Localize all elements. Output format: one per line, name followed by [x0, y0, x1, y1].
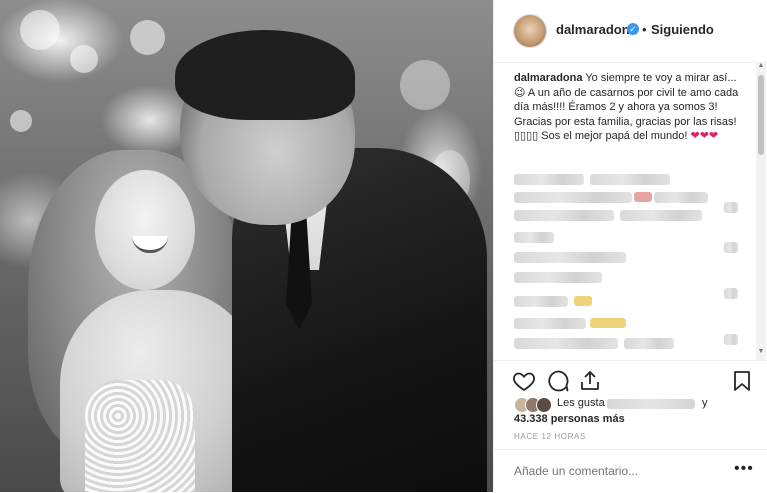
- comments-list[interactable]: dalmaradona Yo siempre te voy a mirar as…: [494, 62, 756, 360]
- blurred-comment: [514, 174, 584, 185]
- blurred-comment: [590, 174, 670, 185]
- bokeh-light: [400, 60, 450, 110]
- blurred-comment: [620, 210, 702, 221]
- likes-prefix: Les gusta a: [557, 397, 614, 409]
- bokeh-light: [70, 45, 98, 73]
- blurred-comment: [724, 202, 738, 213]
- blurred-comment: [514, 338, 618, 349]
- man-hair: [175, 30, 355, 120]
- blurred-comment: [624, 338, 674, 349]
- header-username[interactable]: dalmaradona: [556, 22, 637, 37]
- scroll-down-arrow-icon[interactable]: ▼: [756, 348, 766, 358]
- likes-conjunction: y: [702, 397, 708, 409]
- blurred-liker-name: [607, 399, 695, 409]
- bokeh-light: [130, 20, 165, 55]
- woman-face: [95, 170, 195, 290]
- post-timestamp: HACE 12 HORAS: [514, 432, 586, 441]
- bookmark-icon[interactable]: [730, 369, 754, 393]
- blurred-comment: [654, 192, 708, 203]
- post-side-panel: dalmaradona ✓ • Siguiendo dalmaradona Yo…: [493, 0, 767, 492]
- more-options-icon[interactable]: •••: [734, 460, 754, 478]
- likes-summary: Les gusta a y 43.338 personas más: [494, 394, 767, 434]
- likes-count[interactable]: 43.338 personas más: [514, 413, 625, 425]
- heart-icon[interactable]: [512, 369, 536, 393]
- scrollbar-thumb[interactable]: [758, 75, 764, 155]
- blurred-comment: [514, 318, 586, 329]
- blurred-comment: [514, 272, 602, 283]
- comment-icon[interactable]: [546, 369, 570, 393]
- blurred-comment: [514, 192, 632, 203]
- scroll-up-arrow-icon[interactable]: ▲: [756, 62, 766, 72]
- bokeh-light: [10, 110, 32, 132]
- post-header: dalmaradona ✓ • Siguiendo: [494, 0, 767, 63]
- comment-input[interactable]: [514, 464, 714, 478]
- following-button[interactable]: Siguiendo: [651, 22, 714, 37]
- blurred-comment: [514, 232, 554, 243]
- comment-bar: •••: [494, 449, 767, 493]
- caption-hearts: ❤❤❤: [690, 130, 719, 142]
- share-icon[interactable]: [578, 369, 602, 393]
- blurred-comment: [574, 296, 592, 306]
- blurred-comment: [724, 288, 738, 299]
- post-caption: dalmaradona Yo siempre te voy a mirar as…: [514, 71, 742, 144]
- blurred-comment: [724, 334, 738, 345]
- blurred-comment: [634, 192, 652, 202]
- liker-avatar[interactable]: [536, 397, 552, 413]
- post-photo[interactable]: [0, 0, 493, 492]
- header-separator: •: [642, 22, 647, 37]
- blurred-comment: [514, 252, 626, 263]
- blurred-comment: [514, 296, 568, 307]
- instagram-post-view: dalmaradona ✓ • Siguiendo dalmaradona Yo…: [0, 0, 767, 492]
- caption-username[interactable]: dalmaradona: [514, 72, 582, 84]
- blurred-comment: [514, 210, 614, 221]
- blurred-comment: [590, 318, 626, 328]
- bokeh-light: [20, 10, 60, 50]
- avatar[interactable]: [514, 15, 546, 47]
- verified-badge-icon: ✓: [627, 23, 639, 35]
- woman-dress: [85, 380, 195, 492]
- blurred-comment: [724, 242, 738, 253]
